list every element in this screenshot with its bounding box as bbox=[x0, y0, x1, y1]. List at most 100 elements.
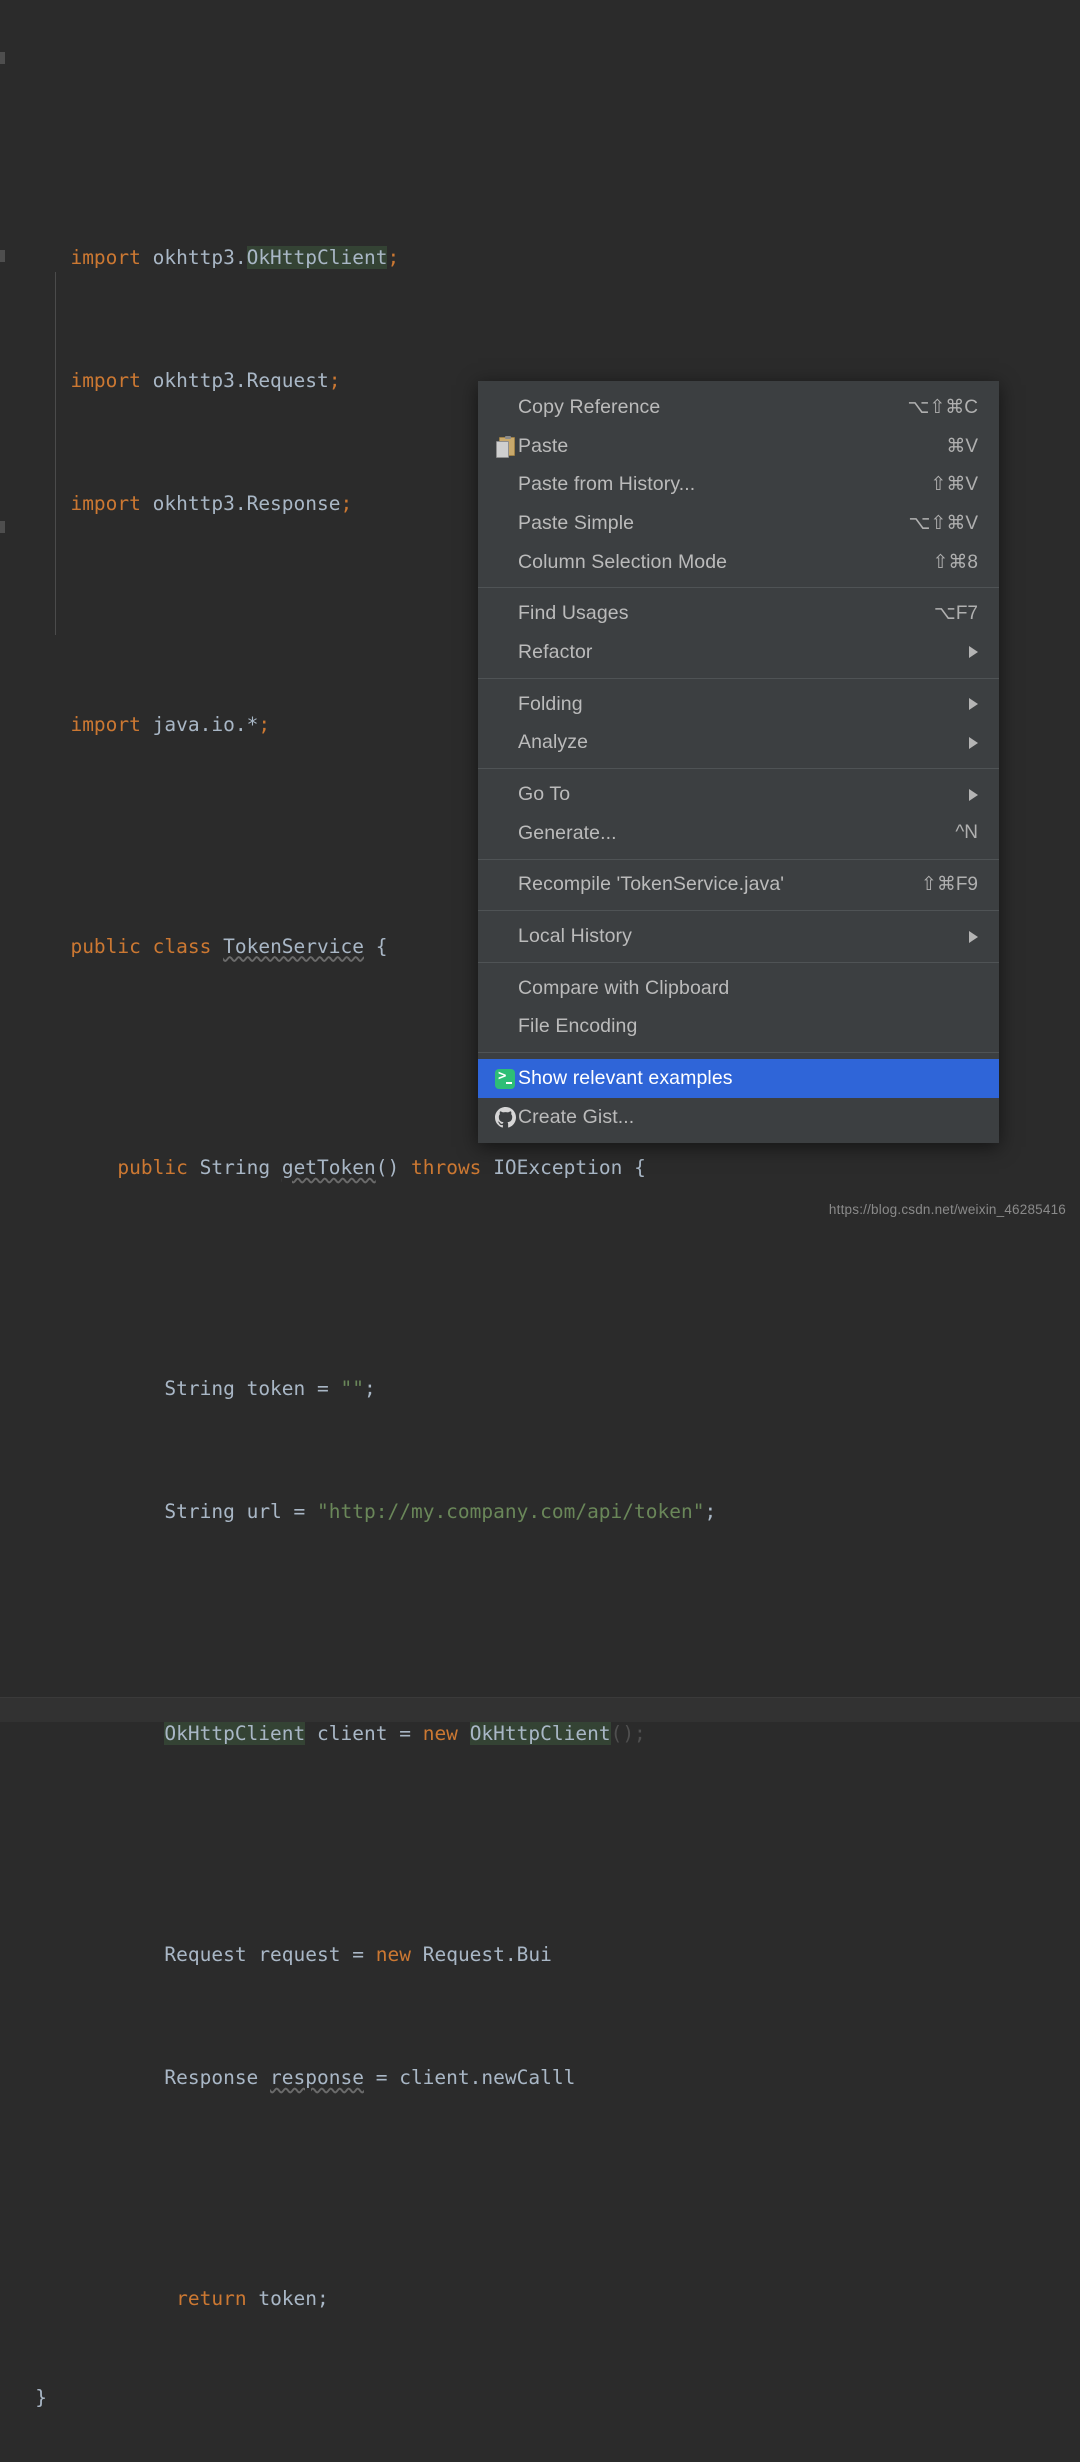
code-line-current: OkHttpClient client = new OkHttpClient()… bbox=[0, 1696, 1080, 1745]
menu-item-paste-simple[interactable]: Paste Simple ⌥⇧⌘V bbox=[478, 504, 999, 543]
newcall-expression: client.newCall bbox=[399, 2065, 564, 2089]
keyword-throws: throws bbox=[410, 1155, 482, 1179]
chevron-right-icon bbox=[969, 788, 978, 801]
var-token: token bbox=[258, 2287, 318, 2311]
keyword-new: new bbox=[375, 1942, 411, 1966]
keyword-import: import bbox=[70, 713, 141, 737]
menu-item-icon-slot bbox=[492, 549, 518, 575]
fold-marker[interactable] bbox=[0, 52, 5, 64]
type-request: Request bbox=[246, 368, 329, 392]
menu-separator bbox=[478, 1052, 999, 1054]
keyword-return: return bbox=[176, 2287, 247, 2311]
menu-item-file-encoding[interactable]: File Encoding bbox=[478, 1008, 999, 1047]
class-name-tokenservice: TokenService bbox=[223, 934, 364, 958]
menu-item-shortcut: ⌥F7 bbox=[933, 603, 978, 625]
menu-item-shortcut: ⇧⌘8 bbox=[932, 551, 979, 573]
menu-item-icon-slot bbox=[492, 782, 518, 808]
menu-item-label: Create Gist... bbox=[518, 1105, 635, 1128]
menu-item-label: Paste bbox=[518, 434, 569, 457]
string-url: "http://my.company.com/api/token" bbox=[317, 1500, 705, 1524]
menu-item-icon-slot bbox=[492, 394, 518, 420]
menu-item-label: Column Selection Mode bbox=[518, 550, 728, 573]
package-okhttp3: okhttp3. bbox=[152, 245, 247, 269]
menu-item-refactor[interactable]: Refactor bbox=[478, 633, 999, 672]
menu-separator bbox=[478, 768, 999, 770]
menu-item-icon-slot bbox=[492, 730, 518, 756]
menu-separator bbox=[478, 677, 999, 679]
keyword-new: new bbox=[422, 1721, 458, 1745]
menu-item-column-selection-mode[interactable]: Column Selection Mode ⇧⌘8 bbox=[478, 543, 999, 582]
fold-marker[interactable] bbox=[0, 250, 5, 262]
menu-separator bbox=[478, 858, 999, 860]
keyword-import: import bbox=[70, 245, 141, 269]
type-string: String bbox=[199, 1155, 271, 1179]
type-string: String bbox=[164, 1377, 235, 1401]
chevron-right-icon bbox=[969, 646, 978, 659]
keyword-public: public bbox=[70, 934, 141, 958]
indent-guide bbox=[55, 272, 56, 635]
menu-item-paste-from-history[interactable]: Paste from History... ⇧⌘V bbox=[478, 465, 999, 504]
menu-item-local-history[interactable]: Local History bbox=[478, 917, 999, 956]
fold-marker[interactable] bbox=[0, 521, 5, 533]
code-line: import okhttp3.OkHttpClient; bbox=[70, 245, 400, 269]
menu-item-icon-slot bbox=[492, 472, 518, 498]
keyword-import: import bbox=[70, 368, 141, 392]
menu-item-label: Go To bbox=[518, 783, 571, 806]
menu-item-go-to[interactable]: Go To bbox=[478, 775, 999, 814]
clipboard-icon bbox=[492, 433, 518, 459]
var-client: client bbox=[317, 1721, 388, 1745]
menu-item-shortcut: ⌥⇧⌘V bbox=[908, 512, 979, 534]
chevron-right-icon bbox=[969, 736, 978, 749]
type-okhttpclient: OkHttpClient bbox=[246, 245, 388, 269]
code-line: import okhttp3.Request; bbox=[70, 368, 341, 392]
menu-item-compare-with-clipboard[interactable]: Compare with Clipboard bbox=[478, 969, 999, 1008]
menu-item-show-relevant-examples[interactable]: Show relevant examples bbox=[478, 1059, 999, 1098]
menu-item-label: Recompile 'TokenService.java' bbox=[518, 873, 785, 896]
code-line: String url = "http://my.company.com/api/… bbox=[164, 1500, 717, 1524]
menu-item-label: Show relevant examples bbox=[518, 1067, 733, 1090]
menu-item-icon-slot bbox=[492, 872, 518, 898]
terminal-icon bbox=[492, 1066, 518, 1092]
editor-context-menu[interactable]: Copy Reference ⌥⇧⌘C Paste ⌘V Paste from Hist… bbox=[478, 381, 999, 1143]
watermark-url: https://blog.csdn.net/weixin_46285416 bbox=[828, 1202, 1066, 1217]
keyword-class: class bbox=[152, 934, 212, 958]
code-content[interactable]: import okhttp3.OkHttpClient; import okht… bbox=[0, 0, 1080, 2462]
menu-item-find-usages[interactable]: Find Usages ⌥F7 bbox=[478, 594, 999, 633]
menu-item-shortcut: ⇧⌘V bbox=[930, 474, 978, 496]
package-okhttp3: okhttp3. bbox=[152, 368, 247, 392]
menu-separator bbox=[478, 910, 999, 912]
menu-item-recompile-tokenservice-java[interactable]: Recompile 'TokenService.java' ⇧⌘F9 bbox=[478, 866, 999, 905]
code-line: Response response = client.newCalll bbox=[164, 2065, 576, 2089]
method-gettoken: getToken bbox=[281, 1155, 376, 1179]
menu-item-analyze[interactable]: Analyze bbox=[478, 724, 999, 763]
menu-item-folding[interactable]: Folding bbox=[478, 685, 999, 724]
menu-item-label: Analyze bbox=[518, 731, 589, 754]
var-response: response bbox=[270, 2065, 364, 2089]
menu-item-paste[interactable]: Paste ⌘V bbox=[478, 427, 999, 466]
menu-item-label: Paste from History... bbox=[518, 473, 696, 496]
github-icon bbox=[492, 1104, 518, 1130]
menu-item-label: Generate... bbox=[518, 821, 617, 844]
type-okhttpclient: OkHttpClient bbox=[469, 1721, 611, 1745]
var-url: url bbox=[246, 1500, 282, 1524]
type-request: Request bbox=[164, 1942, 247, 1966]
menu-item-icon-slot bbox=[492, 820, 518, 846]
menu-item-generate[interactable]: Generate... ^N bbox=[478, 814, 999, 853]
var-request: request bbox=[258, 1942, 341, 1966]
type-response: Response bbox=[246, 491, 341, 515]
menu-item-label: Copy Reference bbox=[518, 395, 661, 418]
type-response: Response bbox=[164, 2065, 259, 2089]
code-line: Request request = new Request.Bui bbox=[164, 1942, 552, 1966]
chevron-right-icon bbox=[969, 698, 978, 711]
request-builder-call: Request.Bui bbox=[422, 1942, 552, 1966]
menu-item-create-gist[interactable]: Create Gist... bbox=[478, 1098, 999, 1137]
package-okhttp3: okhttp3. bbox=[152, 491, 247, 515]
string-empty: "" bbox=[340, 1377, 364, 1401]
menu-item-copy-reference[interactable]: Copy Reference ⌥⇧⌘C bbox=[478, 388, 999, 427]
menu-item-label: File Encoding bbox=[518, 1015, 638, 1038]
menu-separator bbox=[478, 961, 999, 963]
type-okhttpclient: OkHttpClient bbox=[164, 1721, 306, 1745]
